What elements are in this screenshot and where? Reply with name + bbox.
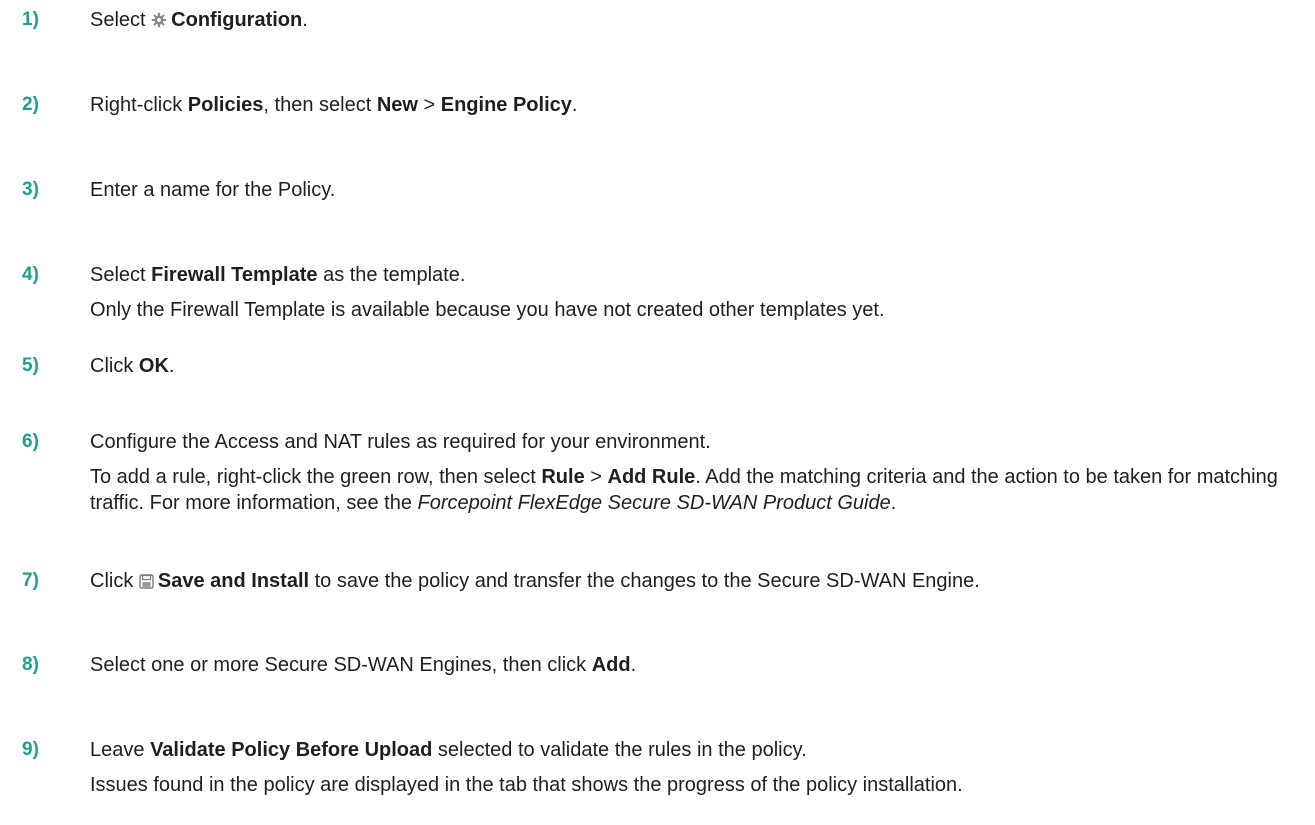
- gear-icon: [151, 9, 167, 35]
- step-text: Select Configuration.: [90, 7, 1315, 35]
- step-text: Select one or more Secure SD-WAN Engines…: [90, 654, 637, 676]
- step-number: 6): [22, 431, 39, 452]
- product-guide-reference: Forcepoint FlexEdge Secure SD-WAN Produc…: [417, 492, 891, 514]
- step-text: Click Save and Install to save the polic…: [90, 568, 1315, 596]
- step-number: 4): [22, 264, 39, 285]
- step-number: 7): [22, 570, 39, 591]
- step-note: Only the Firewall Template is available …: [90, 299, 885, 321]
- step-number: 1): [22, 9, 39, 30]
- step-number: 3): [22, 179, 39, 200]
- step-text: Leave Validate Policy Before Upload sele…: [90, 739, 807, 761]
- step-text: Enter a name for the Policy.: [90, 179, 336, 201]
- step-number: 2): [22, 94, 39, 115]
- step-text: Right-click Policies, then select New > …: [90, 94, 578, 116]
- step-text: Click OK.: [90, 355, 175, 377]
- save-icon: [139, 570, 154, 596]
- step-note: To add a rule, right-click the green row…: [90, 466, 1278, 514]
- step-number: 5): [22, 355, 39, 376]
- step-text: Configure the Access and NAT rules as re…: [90, 431, 711, 453]
- step-note: Issues found in the policy are displayed…: [90, 774, 963, 796]
- step-number: 8): [22, 654, 39, 675]
- step-number: 9): [22, 739, 39, 760]
- step-text: Select Firewall Template as the template…: [90, 264, 466, 286]
